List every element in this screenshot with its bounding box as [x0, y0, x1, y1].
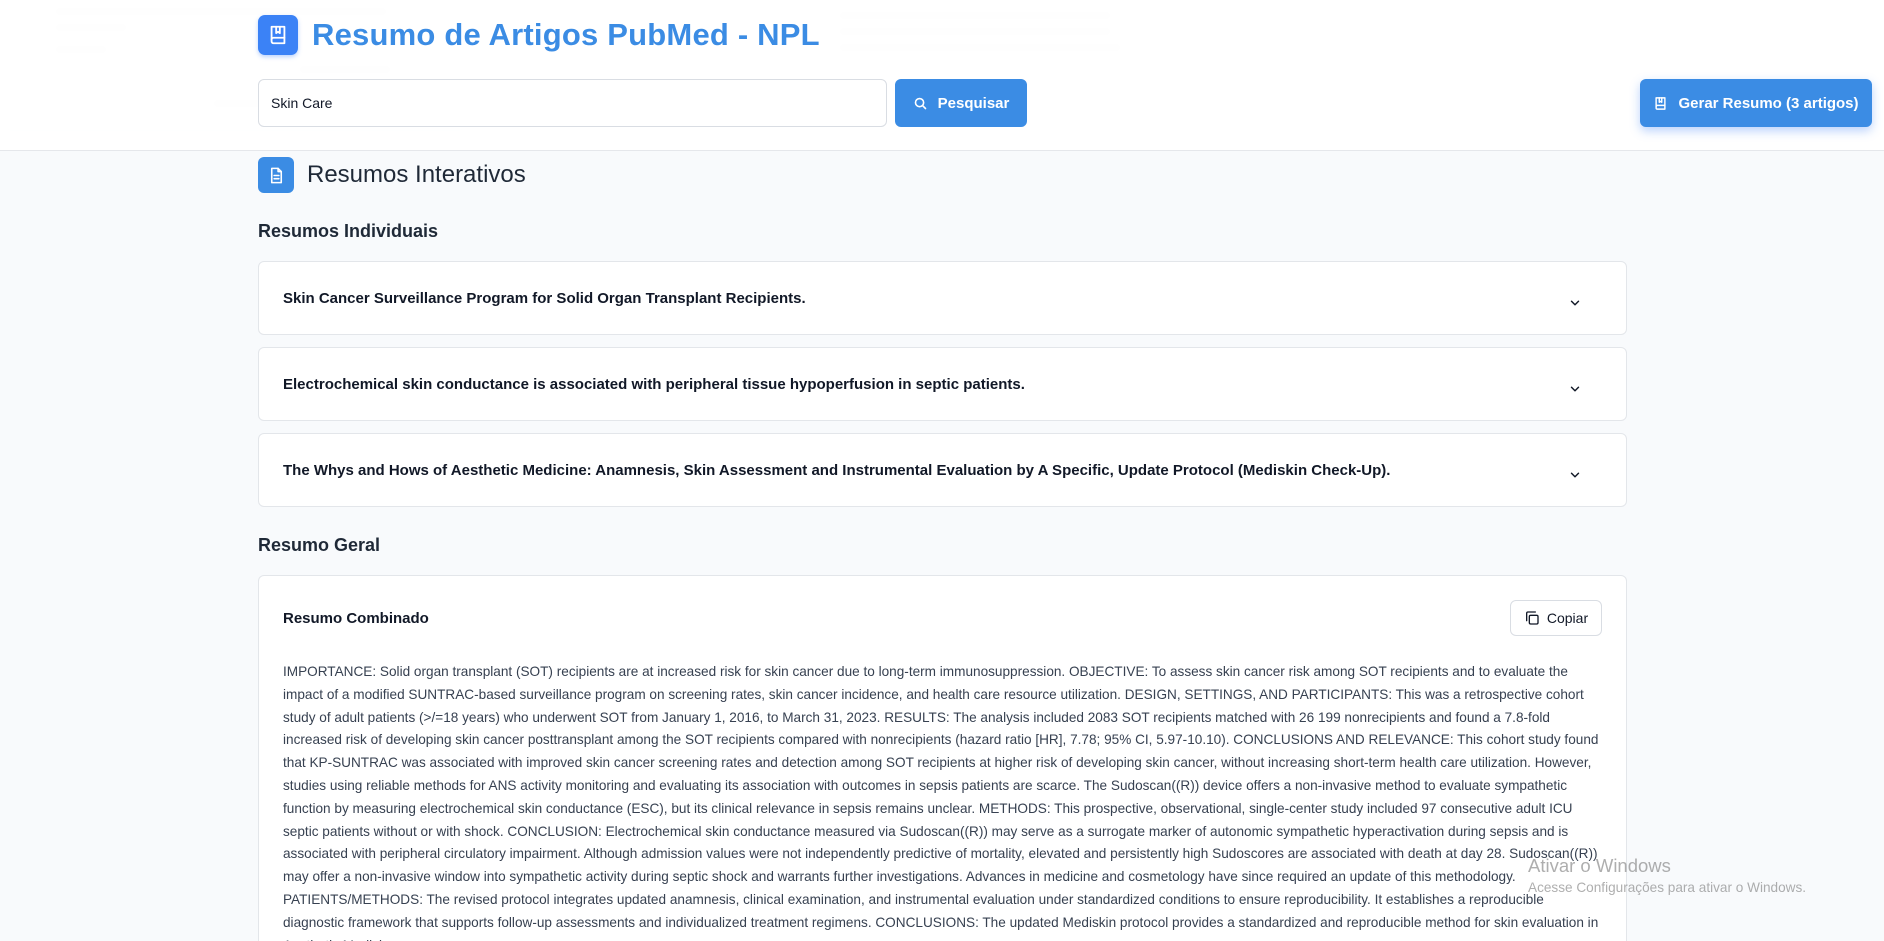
article-accordion-3[interactable]: The Whys and Hows of Aesthetic Medicine:… — [258, 433, 1627, 507]
section-header: Resumos Interativos — [258, 157, 526, 193]
article-accordion-2[interactable]: Electrochemical skin conductance is asso… — [258, 347, 1627, 421]
book-icon — [1655, 96, 1667, 110]
search-button-label: Pesquisar — [937, 94, 1010, 112]
windows-activation-title: Ativar o Windows — [1528, 855, 1671, 876]
general-summary-heading: Resumo Geral — [258, 535, 381, 555]
generate-summary-button[interactable]: Gerar Resumo (3 artigos) — [1640, 79, 1872, 127]
section-title: Resumos Interativos — [307, 161, 526, 188]
search-button[interactable]: Pesquisar — [895, 79, 1027, 127]
chevron-down-icon — [1570, 472, 1580, 478]
page-title: Resumo de Artigos PubMed - NPL — [312, 17, 820, 52]
combined-summary-text: IMPORTANCE: Solid organ transplant (SOT)… — [283, 664, 1599, 941]
combined-summary-title: Resumo Combinado — [283, 610, 429, 627]
article-accordion-1[interactable]: Skin Cancer Surveillance Program for Sol… — [258, 261, 1627, 335]
article-title: Skin Cancer Surveillance Program for Sol… — [283, 289, 806, 307]
article-title: The Whys and Hows of Aesthetic Medicine:… — [283, 461, 1391, 479]
chevron-down-icon — [1570, 300, 1580, 306]
copy-button-label: Copiar — [1546, 610, 1589, 626]
app-header: Resumo de Artigos PubMed - NPL Pesquisar… — [0, 0, 1884, 151]
article-title: Electrochemical skin conductance is asso… — [283, 375, 1025, 393]
brand: Resumo de Artigos PubMed - NPL — [258, 15, 820, 55]
copy-icon — [1525, 611, 1539, 625]
copy-button[interactable]: Copiar — [1510, 600, 1602, 636]
document-icon — [258, 157, 294, 193]
windows-activation-subtitle: Acesse Configurações para ativar o Windo… — [1528, 880, 1807, 895]
generate-summary-label: Gerar Resumo (3 artigos) — [1678, 94, 1859, 112]
book-icon — [258, 15, 298, 55]
search-input[interactable] — [258, 79, 887, 127]
search-icon — [914, 97, 926, 109]
chevron-down-icon — [1570, 386, 1580, 392]
combined-summary-card: Resumo Combinado Copiar IMPORTANCE: Soli… — [258, 575, 1627, 941]
individual-summaries-heading: Resumos Individuais — [258, 221, 439, 241]
